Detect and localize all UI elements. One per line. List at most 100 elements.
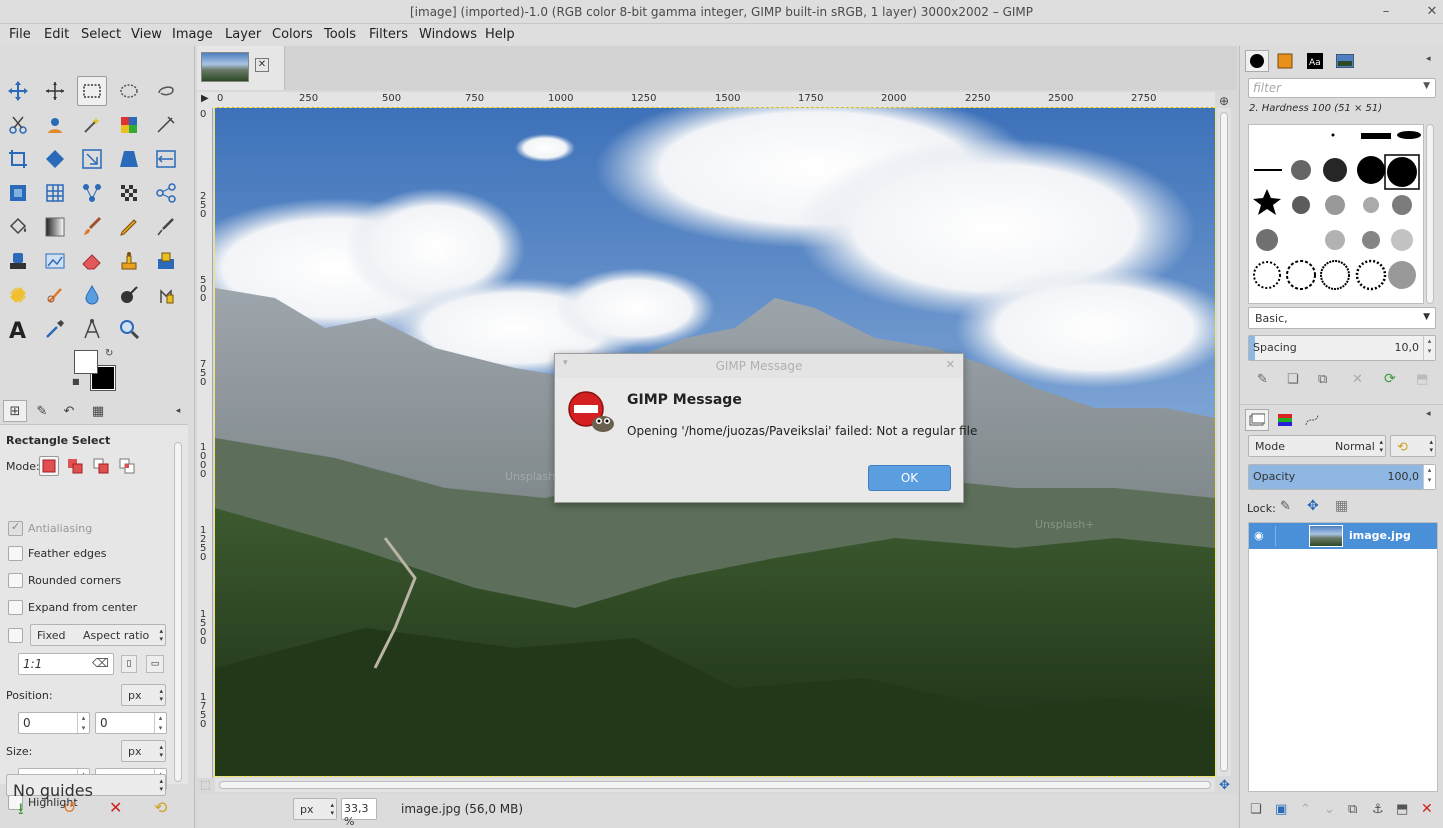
reset-options-icon[interactable]: ⟲: [154, 798, 167, 817]
dialog-menu-icon[interactable]: ▾: [563, 358, 568, 368]
layer-mode-reset[interactable]: ⟲ ▴ ▾: [1390, 435, 1436, 457]
close-image-tab-icon[interactable]: ✕: [255, 58, 269, 72]
visibility-eye-icon[interactable]: ◉: [1254, 529, 1264, 542]
heal-icon[interactable]: [151, 246, 181, 276]
image-tab[interactable]: ✕: [197, 46, 285, 90]
images-tab-icon[interactable]: ▦: [86, 400, 110, 422]
perspective-icon[interactable]: [114, 144, 144, 174]
guides-combo[interactable]: No guides ▴ ▾: [6, 774, 166, 800]
scale-icon[interactable]: [77, 144, 107, 174]
delete-brush-icon[interactable]: ✕: [1352, 372, 1363, 387]
tool-options-tab-icon[interactable]: ⊞: [3, 400, 27, 422]
flip-icon[interactable]: [151, 144, 181, 174]
eraser-icon[interactable]: [77, 246, 107, 276]
unified-transform-icon[interactable]: [40, 144, 70, 174]
undo-history-tab-icon[interactable]: ↶: [57, 400, 81, 422]
new-brush-icon[interactable]: ❏: [1287, 372, 1299, 387]
horizontal-ruler[interactable]: 0 250 500 750 1000 1250 1500 1750 2000 2…: [215, 92, 1215, 108]
ellipse-select-icon[interactable]: [114, 76, 144, 106]
menu-help[interactable]: Help: [485, 27, 515, 42]
brush-tag-combo[interactable]: Basic, ▼: [1248, 307, 1436, 329]
dialog-close-icon[interactable]: ✕: [946, 358, 955, 371]
vertical-scrollbar[interactable]: [1217, 108, 1231, 776]
menu-filters[interactable]: Filters: [369, 27, 408, 42]
rounded-corners-checkbox[interactable]: [8, 573, 23, 588]
horizontal-scrollbar[interactable]: [215, 778, 1215, 792]
color-picker-icon[interactable]: [40, 314, 70, 344]
lasso-icon[interactable]: [151, 76, 181, 106]
paths-icon[interactable]: [151, 110, 181, 140]
dock-menu-icon[interactable]: ◂: [166, 400, 190, 422]
mode-intersect-icon[interactable]: [117, 456, 137, 476]
lower-layer-icon[interactable]: ⌄: [1324, 802, 1335, 817]
paths-tab-icon[interactable]: [1300, 409, 1324, 431]
select-by-color-icon[interactable]: [114, 110, 144, 140]
bucket-fill-icon[interactable]: [3, 212, 33, 242]
layer-row[interactable]: ◉ image.jpg: [1249, 523, 1437, 549]
zoom-fit-icon[interactable]: ⊕: [1219, 94, 1229, 108]
open-brush-icon[interactable]: ⬒: [1416, 372, 1428, 387]
ratio-field[interactable]: 1:1 ⌫: [18, 653, 114, 675]
antialiasing-checkbox[interactable]: ✓: [8, 520, 23, 536]
images-tab-icon[interactable]: [1333, 50, 1357, 72]
align-tool-icon[interactable]: [40, 76, 70, 106]
device-status-tab-icon[interactable]: ✎: [30, 400, 54, 422]
delete-options-icon[interactable]: ✕: [109, 798, 122, 817]
layers-dock-menu-icon[interactable]: ◂: [1426, 409, 1431, 419]
foreground-select-icon[interactable]: [40, 110, 70, 140]
text-tool-icon[interactable]: A: [3, 314, 33, 344]
tool-options-scrollbar[interactable]: [174, 442, 182, 782]
expand-from-center-checkbox[interactable]: [8, 600, 23, 615]
brush-grid-scrollbar[interactable]: [1426, 124, 1434, 304]
save-options-icon[interactable]: ⭳: [18, 798, 24, 825]
menu-layer[interactable]: Layer: [225, 27, 261, 42]
raise-layer-icon[interactable]: ⌃: [1300, 802, 1311, 817]
airbrush-icon[interactable]: [151, 212, 181, 242]
move-tool-icon[interactable]: [3, 76, 33, 106]
feather-edges-checkbox[interactable]: [8, 546, 23, 561]
spacing-slider[interactable]: Spacing 10,0 ▴ ▾: [1248, 335, 1436, 361]
duplicate-layer-icon[interactable]: ⧉: [1348, 802, 1357, 817]
position-unit-combo[interactable]: px ▴ ▾: [121, 684, 166, 706]
mode-subtract-icon[interactable]: [91, 456, 111, 476]
channels-tab-icon[interactable]: [1273, 409, 1297, 431]
compass-icon[interactable]: [77, 314, 107, 344]
landscape-icon[interactable]: ▭: [146, 655, 164, 673]
menu-windows[interactable]: Windows: [419, 27, 477, 42]
mode-add-icon[interactable]: [65, 456, 85, 476]
mode-replace-icon[interactable]: [39, 456, 59, 476]
fuzzy-select-icon[interactable]: [77, 110, 107, 140]
fixed-combo[interactable]: Fixed Aspect ratio ▴ ▾: [30, 624, 166, 646]
rect-select-icon[interactable]: [77, 76, 107, 106]
restore-options-icon[interactable]: ↺: [63, 798, 76, 817]
new-layer-icon[interactable]: ❏: [1250, 802, 1262, 817]
unit-combo[interactable]: px ▴ ▾: [293, 798, 337, 820]
ruler-corner[interactable]: ▶: [197, 92, 215, 108]
position-y-input[interactable]: 0 ▴ ▾: [95, 712, 167, 734]
anchor-layer-icon[interactable]: ⚓: [1372, 802, 1384, 817]
patterns-tab-icon[interactable]: [1273, 50, 1297, 72]
brush-grid[interactable]: [1248, 124, 1424, 304]
bandage-icon[interactable]: [3, 280, 33, 310]
quick-mask-icon[interactable]: ⬚: [200, 778, 210, 791]
ok-button[interactable]: OK: [868, 465, 951, 491]
minimize-button[interactable]: –: [1377, 3, 1395, 21]
menu-edit[interactable]: Edit: [44, 27, 69, 42]
lock-position-icon[interactable]: ✥: [1307, 498, 1319, 514]
fixed-checkbox[interactable]: [8, 628, 23, 643]
position-x-input[interactable]: 0 ▴ ▾: [18, 712, 90, 734]
paintbrush-icon[interactable]: [77, 212, 107, 242]
dodge-burn-icon[interactable]: [114, 280, 144, 310]
scissors-icon[interactable]: [3, 110, 33, 140]
zoom-input[interactable]: 33,3 %: [341, 798, 377, 828]
foreground-color-swatch[interactable]: [74, 350, 98, 374]
menu-image[interactable]: Image: [172, 27, 213, 42]
warp-grid-icon[interactable]: [40, 178, 70, 208]
swap-colors-icon[interactable]: ↻: [105, 348, 113, 359]
portrait-icon[interactable]: ▯: [121, 655, 137, 673]
menu-select[interactable]: Select: [81, 27, 121, 42]
smudge-icon[interactable]: [40, 280, 70, 310]
navigate-icon[interactable]: ✥: [1219, 778, 1230, 793]
checker-icon[interactable]: [114, 178, 144, 208]
new-layer-group-icon[interactable]: ▣: [1275, 802, 1287, 817]
